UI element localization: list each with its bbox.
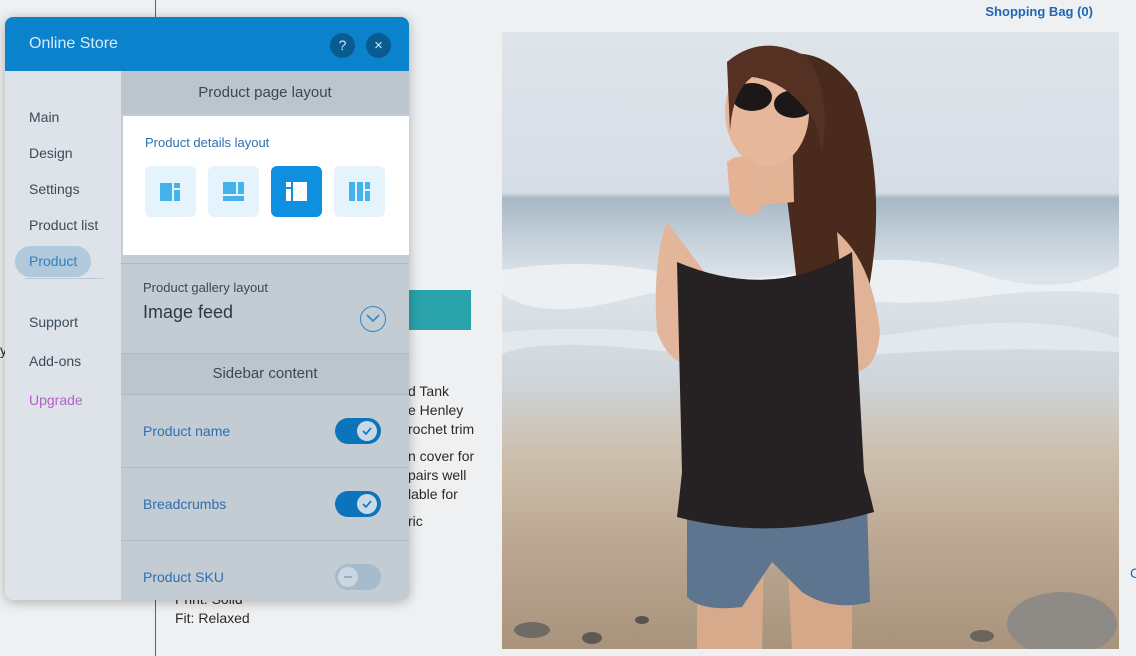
layout-option-columns[interactable] xyxy=(334,166,385,217)
fit-line: Fit: Relaxed xyxy=(175,610,250,626)
layout-option-left-image[interactable] xyxy=(145,166,196,217)
description-line: n cover for xyxy=(408,448,475,464)
nav-item-settings[interactable]: Settings xyxy=(29,181,80,197)
details-layout-label: Product details layout xyxy=(145,135,270,150)
toggle-row-product-sku: Product SKU xyxy=(121,541,409,600)
description-line: ric xyxy=(408,513,423,529)
layout-left-image-icon xyxy=(160,183,180,201)
nav-item-main[interactable]: Main xyxy=(29,109,59,125)
description-line: e Henley xyxy=(408,402,464,418)
product-name-toggle[interactable] xyxy=(335,418,381,444)
nav-item-product[interactable]: Product xyxy=(15,246,91,277)
description-line: d Tank xyxy=(408,383,449,399)
product-sku-toggle[interactable] xyxy=(335,564,381,590)
cut-off-link: C xyxy=(1130,565,1136,581)
nav-item-support[interactable]: Support xyxy=(29,314,78,330)
panel-content: Product page layout Product details layo… xyxy=(121,71,409,600)
description-gap xyxy=(408,439,503,447)
panel-title: Online Store xyxy=(29,35,118,52)
layout-option-sidebar-left[interactable] xyxy=(271,166,322,217)
sidebar-content-heading: Sidebar content xyxy=(121,353,409,395)
product-gallery-layout: Product gallery layout Image feed xyxy=(121,263,409,350)
check-icon xyxy=(357,421,377,441)
nav-item-addons[interactable]: Add-ons xyxy=(29,353,81,369)
panel-sidebar: Main Design Settings Product list Produc… xyxy=(5,71,121,600)
nav-divider xyxy=(25,278,103,279)
check-icon xyxy=(357,494,377,514)
description-gap xyxy=(408,504,503,512)
toggle-row-product-name: Product name xyxy=(121,395,409,468)
breadcrumbs-toggle[interactable] xyxy=(335,491,381,517)
layout-sidebar-left-icon xyxy=(286,182,307,201)
shopping-bag-link[interactable]: Shopping Bag (0) xyxy=(985,4,1093,19)
description-line: pairs well xyxy=(408,467,467,483)
gallery-layout-label: Product gallery layout xyxy=(143,280,269,295)
nav-item-product-list[interactable]: Product list xyxy=(29,217,98,233)
description-line: rochet trim xyxy=(408,421,475,437)
product-details-layout-card: Product details layout xyxy=(123,116,409,255)
toggle-label: Breadcrumbs xyxy=(143,496,227,512)
toggle-label: Product SKU xyxy=(143,569,224,585)
chevron-down-icon[interactable] xyxy=(360,306,386,332)
online-store-panel: Online Store ? × Main Design Settings Pr… xyxy=(5,17,409,600)
layout-columns-icon xyxy=(349,182,370,201)
nav-item-upgrade[interactable]: Upgrade xyxy=(29,392,83,408)
add-to-cart-button[interactable] xyxy=(408,290,471,330)
layout-option-top-image[interactable] xyxy=(208,166,259,217)
toggle-row-breadcrumbs: Breadcrumbs xyxy=(121,468,409,541)
minus-icon xyxy=(338,567,358,587)
nav-item-design[interactable]: Design xyxy=(29,145,73,161)
panel-header: Online Store ? × xyxy=(5,17,409,71)
product-description: d Tank e Henley rochet trim n cover for … xyxy=(408,382,503,531)
close-icon[interactable]: × xyxy=(366,33,391,58)
product-page-layout-heading: Product page layout xyxy=(121,71,409,114)
description-line: lable for xyxy=(408,486,458,502)
help-icon[interactable]: ? xyxy=(330,33,355,58)
layout-top-image-icon xyxy=(223,182,244,201)
gallery-layout-value[interactable]: Image feed xyxy=(143,302,233,323)
toggle-label: Product name xyxy=(143,423,231,439)
product-photo xyxy=(502,32,1119,649)
